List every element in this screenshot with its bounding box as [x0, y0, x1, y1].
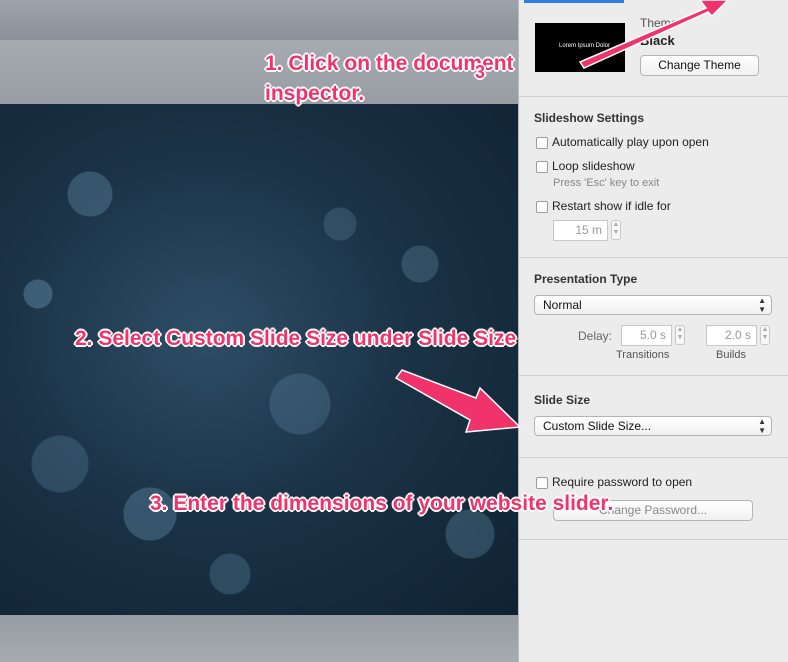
step2-annotation: 2. Select Custom Slide Size under Slide …	[75, 327, 517, 350]
step-number-marker: 3	[475, 62, 486, 82]
step1-annotation-line2: inspector.	[265, 82, 365, 105]
arrow-to-inspector-tab	[578, 0, 730, 69]
step3-annotation: 3. Enter the dimensions of your website …	[150, 492, 614, 515]
arrow-to-slide-size	[394, 369, 522, 433]
